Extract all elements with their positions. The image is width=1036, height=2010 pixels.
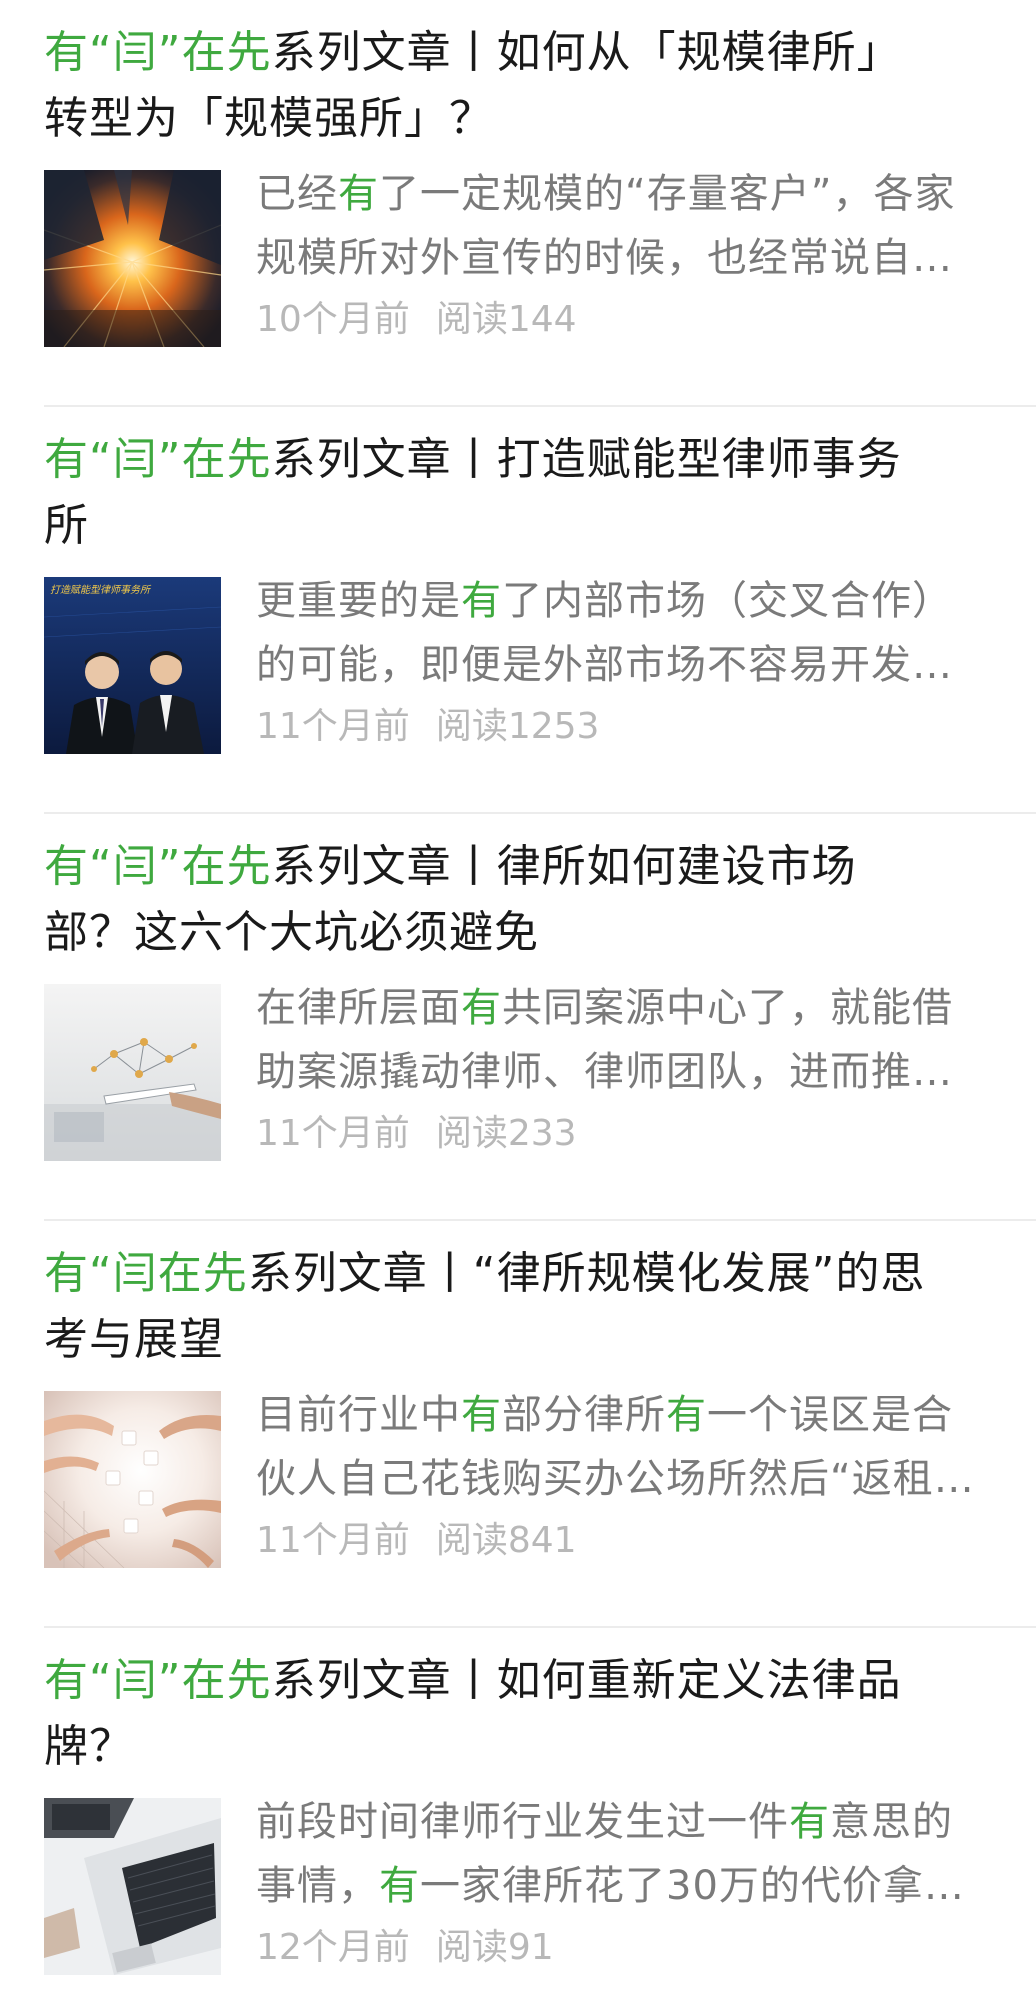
time-ago: 12个月前 — [256, 1927, 410, 1968]
article-meta: 11个月前 阅读841 — [256, 1517, 577, 1565]
article-excerpt: 目前行业中有部分律所有一个误区是合 伙人自己花钱购买办公场所然后“返租… — [256, 1392, 975, 1502]
article-item[interactable]: 有“闫”在先系列文章丨如何从「规模律所」 转型为「规模强所」？ 已经有了一定规模… — [44, 0, 1036, 407]
article-title[interactable]: 有“闫”在先系列文章丨律所如何建设市场 部？这六个大坑必须避免 — [44, 834, 1004, 966]
article-meta: 11个月前 阅读1253 — [256, 703, 599, 751]
article-excerpt: 更重要的是有了内部市场（交叉合作） 的可能，即便是外部市场不容易开发… — [256, 578, 953, 688]
article-excerpt: 在律所层面有共同案源中心了，就能借 助案源撬动律师、律师团队，进而推… — [256, 985, 953, 1095]
read-count: 阅读144 — [435, 299, 577, 340]
time-ago: 10个月前 — [256, 299, 410, 340]
time-ago: 11个月前 — [256, 1113, 410, 1154]
article-meta: 12个月前 阅读91 — [256, 1924, 554, 1972]
title-text: 系列文章丨打造赋能型律师事务 — [271, 434, 902, 485]
title-text: 系列文章丨“律所规模化发展”的思 — [247, 1248, 926, 1299]
article-meta: 11个月前 阅读233 — [256, 1110, 577, 1158]
two-lawyers-poster-image[interactable]: 打造赋能型律师事务所 — [44, 577, 221, 754]
title-text-line2: 牌？ — [44, 1721, 134, 1772]
article-title[interactable]: 有“闫”在先系列文章丨如何从「规模律所」 转型为「规模强所」？ — [44, 20, 1004, 152]
article-item[interactable]: 有“闫”在先系列文章丨如何重新定义法律品 牌？ 前段时间律师行业发生过一件有意思 — [44, 1628, 1036, 2010]
hands-puzzle-image[interactable] — [44, 1391, 221, 1568]
read-count: 阅读1253 — [435, 706, 600, 747]
tablet-network-image[interactable] — [44, 984, 221, 1161]
article-item[interactable]: 有“闫在先系列文章丨“律所规模化发展”的思 考与展望 目前行业中有部分律所有一个… — [44, 1221, 1036, 1628]
title-highlight: 有“闫在先 — [44, 1248, 248, 1299]
read-count: 阅读841 — [435, 1520, 577, 1561]
city-sunrise-image[interactable] — [44, 170, 221, 347]
article-title[interactable]: 有“闫”在先系列文章丨如何重新定义法律品 牌？ — [44, 1648, 1004, 1780]
article-title[interactable]: 有“闫”在先系列文章丨打造赋能型律师事务 所 — [44, 427, 1004, 559]
laptop-desk-image[interactable] — [44, 1798, 221, 1975]
title-text: 系列文章丨如何从「规模律所」 — [271, 27, 902, 78]
time-ago: 11个月前 — [256, 1520, 410, 1561]
title-highlight: 有“闫”在先 — [44, 841, 272, 892]
title-highlight: 有“闫”在先 — [44, 1655, 272, 1706]
article-meta: 10个月前 阅读144 — [256, 296, 577, 344]
time-ago: 11个月前 — [256, 706, 410, 747]
title-text-line2: 所 — [44, 500, 89, 551]
article-item[interactable]: 有“闫”在先系列文章丨打造赋能型律师事务 所 打造赋能型律师事务所 更重要的是有… — [44, 407, 1036, 814]
article-excerpt: 已经有了一定规模的“存量客户”，各家 规模所对外宣传的时候，也经常说自… — [256, 171, 956, 281]
article-excerpt: 前段时间律师行业发生过一件有意思的 事情，有一家律所花了30万的代价拿… — [256, 1799, 965, 1909]
title-highlight: 有“闫”在先 — [44, 434, 272, 485]
title-text: 系列文章丨律所如何建设市场 — [271, 841, 857, 892]
title-text-line2: 部？这六个大坑必须避免 — [44, 907, 539, 958]
article-list: 有“闫”在先系列文章丨如何从「规模律所」 转型为「规模强所」？ 已经有了一定规模… — [0, 0, 1036, 2010]
read-count: 阅读91 — [435, 1927, 554, 1968]
thumbnail-caption: 打造赋能型律师事务所 — [50, 584, 152, 596]
article-title[interactable]: 有“闫在先系列文章丨“律所规模化发展”的思 考与展望 — [44, 1241, 1004, 1373]
article-item[interactable]: 有“闫”在先系列文章丨律所如何建设市场 部？这六个大坑必须避免 在律所层面有共同… — [44, 814, 1036, 1221]
read-count: 阅读233 — [435, 1113, 577, 1154]
title-text-line2: 转型为「规模强所」？ — [44, 93, 494, 144]
title-text-line2: 考与展望 — [44, 1314, 224, 1365]
title-highlight: 有“闫”在先 — [44, 27, 272, 78]
title-text: 系列文章丨如何重新定义法律品 — [271, 1655, 902, 1706]
